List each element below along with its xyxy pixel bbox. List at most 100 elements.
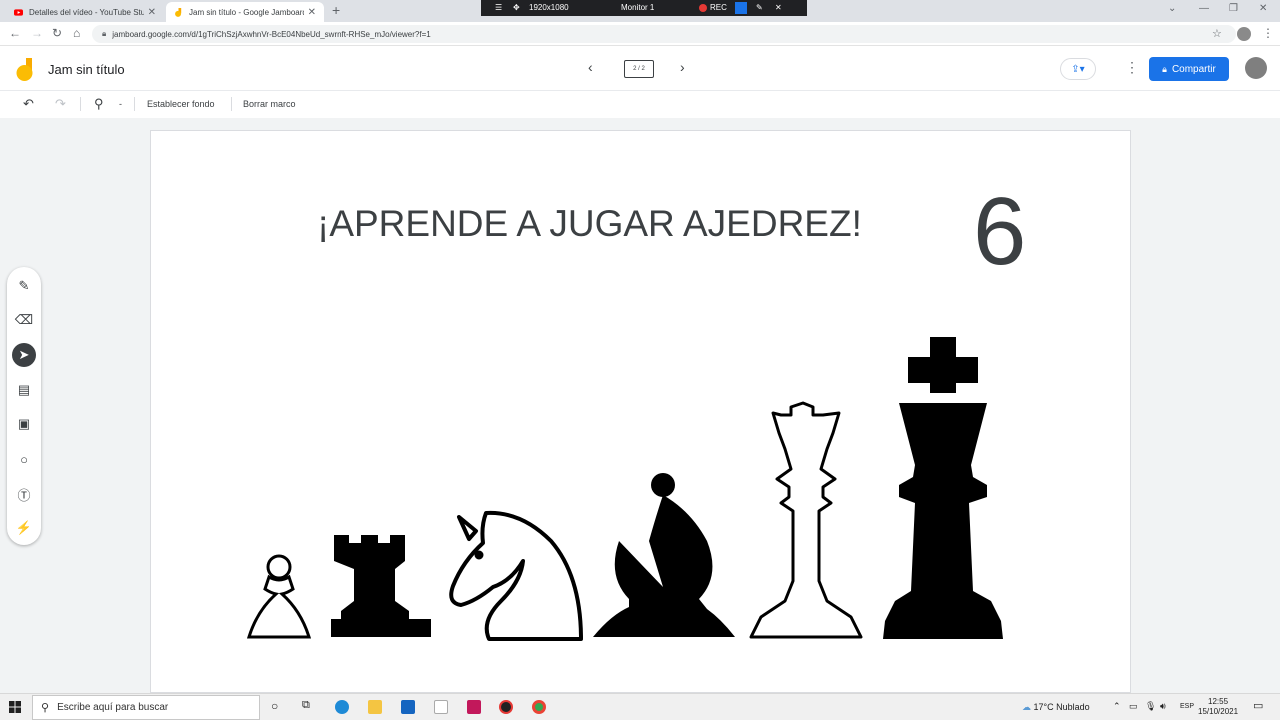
zoom-dropdown[interactable]: - — [119, 99, 122, 109]
close-icon[interactable]: ✕ — [775, 3, 782, 12]
browser-menu-icon[interactable]: ⋮ — [1262, 26, 1274, 40]
divider — [231, 97, 232, 111]
previous-frame-button[interactable]: ‹ — [588, 59, 593, 75]
cast-icon: ⇪▾ — [1071, 63, 1085, 75]
taskbar-search-input[interactable]: ⚲ Escribe aquí para buscar — [32, 695, 260, 720]
menu-icon[interactable]: ☰ — [495, 3, 502, 12]
back-arrow-icon[interactable]: ← — [9, 26, 21, 40]
network-icon[interactable]: ▭ — [1129, 701, 1138, 712]
clock[interactable]: 12:55 15/10/2021 — [1198, 697, 1238, 717]
weather-widget[interactable]: ☁ 17°C Nublado — [1022, 702, 1090, 713]
windows-taskbar: ⚲ Escribe aquí para buscar ○ ⧉ ☁ 17°C Nu… — [0, 693, 1280, 720]
chevron-up-icon[interactable]: ⌃ — [1113, 701, 1121, 712]
screen-recorder-bar: ☰ ✥ 1920x1080 Monitor 1 REC ✎ ✕ — [481, 0, 807, 16]
search-placeholder: Escribe aquí para buscar — [57, 702, 169, 713]
doc-title[interactable]: Jam sin título — [48, 62, 125, 77]
pen-icon[interactable]: ✎ — [756, 3, 763, 12]
chess-pieces-image[interactable] — [151, 131, 1132, 694]
close-icon[interactable]: ✕ — [148, 7, 156, 18]
reload-icon[interactable]: ↻ — [52, 26, 62, 40]
monitor-label: Monitor 1 — [621, 3, 655, 12]
sticky-note-tool-icon[interactable]: ▤ — [12, 378, 36, 402]
present-button[interactable]: ⇪▾ — [1060, 58, 1096, 80]
edge-icon[interactable] — [335, 700, 349, 714]
resolution-label: 1920x1080 — [529, 3, 569, 12]
record-icon — [699, 3, 707, 12]
cortana-icon[interactable]: ○ — [271, 699, 278, 713]
notifications-icon[interactable]: ▭ — [1253, 699, 1263, 712]
tab-title: Detalles del vídeo - YouTube Stu — [29, 7, 144, 17]
rook-black-icon — [331, 535, 431, 637]
tab-jamboard[interactable]: Jam sin título - Google Jamboard ✕ — [166, 2, 324, 22]
share-label: Compartir — [1171, 63, 1216, 75]
close-icon[interactable]: ✕ — [308, 7, 316, 18]
share-button[interactable]: 🔒︎ Compartir — [1149, 57, 1229, 81]
tool-rail: ✎ ⌫ ➤ ▤ ▣ ○ Ⓣ ⚡ — [7, 267, 41, 545]
tab-title: Jam sin título - Google Jamboard — [189, 7, 304, 17]
bishop-black-icon — [593, 473, 735, 637]
obs-icon[interactable] — [499, 700, 513, 714]
restore-icon[interactable]: ❐ — [1229, 3, 1238, 14]
redo-icon[interactable]: ↷ — [55, 96, 66, 112]
avatar[interactable] — [1245, 57, 1267, 79]
file-explorer-icon[interactable] — [368, 700, 382, 714]
jamboard-logo-icon — [16, 58, 33, 81]
set-background-button[interactable]: Establecer fondo — [147, 99, 215, 109]
pen-tool-icon[interactable]: ✎ — [12, 274, 36, 298]
zoom-icon[interactable]: ⚲ — [94, 96, 104, 112]
rec-label: REC — [710, 3, 727, 12]
king-black-icon — [883, 337, 1003, 639]
url-text: jamboard.google.com/d/1gTriChSzjAxwhnVr-… — [112, 29, 431, 39]
url-input[interactable]: 🔒︎ jamboard.google.com/d/1gTriChSzjAxwhn… — [92, 25, 1236, 43]
lock-icon: 🔒︎ — [1162, 63, 1167, 74]
home-icon[interactable]: ⌂ — [73, 26, 80, 40]
task-view-icon[interactable]: ⧉ — [302, 699, 310, 712]
jamboard-toolbar: ↶ ↷ ⚲ - Establecer fondo Borrar marco — [0, 91, 1280, 117]
volume-icon[interactable]: 🔊︎ — [1160, 701, 1166, 712]
tab-youtube-studio[interactable]: Detalles del vídeo - YouTube Stu ✕ — [6, 2, 164, 22]
download-app-icon[interactable] — [434, 700, 448, 714]
laser-tool-icon[interactable]: ⚡ — [12, 516, 36, 540]
browser-profile-avatar[interactable] — [1237, 27, 1251, 41]
bookmark-star-icon[interactable]: ☆ — [1212, 27, 1222, 40]
next-frame-button[interactable]: › — [680, 59, 685, 75]
search-icon: ⚲ — [41, 702, 50, 714]
jamboard-frame[interactable]: ¡APRENDE A JUGAR AJEDREZ! 6 — [150, 130, 1131, 693]
undo-icon[interactable]: ↶ — [23, 96, 34, 112]
camera-icon[interactable] — [735, 2, 747, 14]
weather-temp: 17°C — [1033, 702, 1054, 712]
cloud-icon: ☁ — [1022, 702, 1031, 712]
lock-icon: 🔒︎ — [102, 29, 107, 38]
chrome-icon[interactable] — [532, 700, 546, 714]
queen-white-icon — [749, 401, 863, 639]
pawn-white-icon — [246, 554, 312, 639]
microphone-icon[interactable]: 🎙︎ — [1145, 701, 1156, 712]
minimize-icon[interactable]: — — [1199, 3, 1209, 14]
select-tool-icon[interactable]: ➤ — [12, 343, 36, 367]
text-box-tool-icon[interactable]: Ⓣ — [12, 482, 36, 506]
rec-button[interactable]: REC — [699, 3, 727, 12]
chevron-down-icon[interactable]: ⌄ — [1168, 3, 1176, 14]
shape-tool-icon[interactable]: ○ — [12, 447, 36, 471]
address-bar-row: ← → ↻ ⌂ 🔒︎ jamboard.google.com/d/1gTriCh… — [0, 22, 1280, 46]
more-options-icon[interactable]: ⋮ — [1125, 59, 1139, 76]
clock-date: 15/10/2021 — [1198, 707, 1239, 716]
clear-frame-button[interactable]: Borrar marco — [243, 99, 296, 109]
mail-icon[interactable] — [401, 700, 415, 714]
language-indicator[interactable]: ESP — [1180, 703, 1194, 710]
jamboard-icon — [175, 7, 182, 17]
pin-icon[interactable]: ✥ — [513, 3, 520, 12]
jamboard-header: Jam sin título ‹ 2 / 2 › ⇪▾ ⋮ 🔒︎ Compart… — [0, 47, 1280, 91]
knight-white-icon — [449, 510, 583, 641]
image-tool-icon[interactable]: ▣ — [12, 412, 36, 436]
new-tab-button[interactable]: + — [332, 2, 340, 18]
close-icon[interactable]: ✕ — [1259, 3, 1267, 14]
youtube-icon — [14, 8, 23, 16]
eraser-tool-icon[interactable]: ⌫ — [12, 308, 36, 332]
recorder-app-icon[interactable] — [467, 700, 481, 714]
frame-indicator[interactable]: 2 / 2 — [624, 60, 654, 78]
windows-start-icon[interactable] — [9, 701, 21, 713]
divider — [134, 97, 135, 111]
divider — [80, 97, 81, 111]
forward-arrow-icon[interactable]: → — [31, 26, 43, 40]
